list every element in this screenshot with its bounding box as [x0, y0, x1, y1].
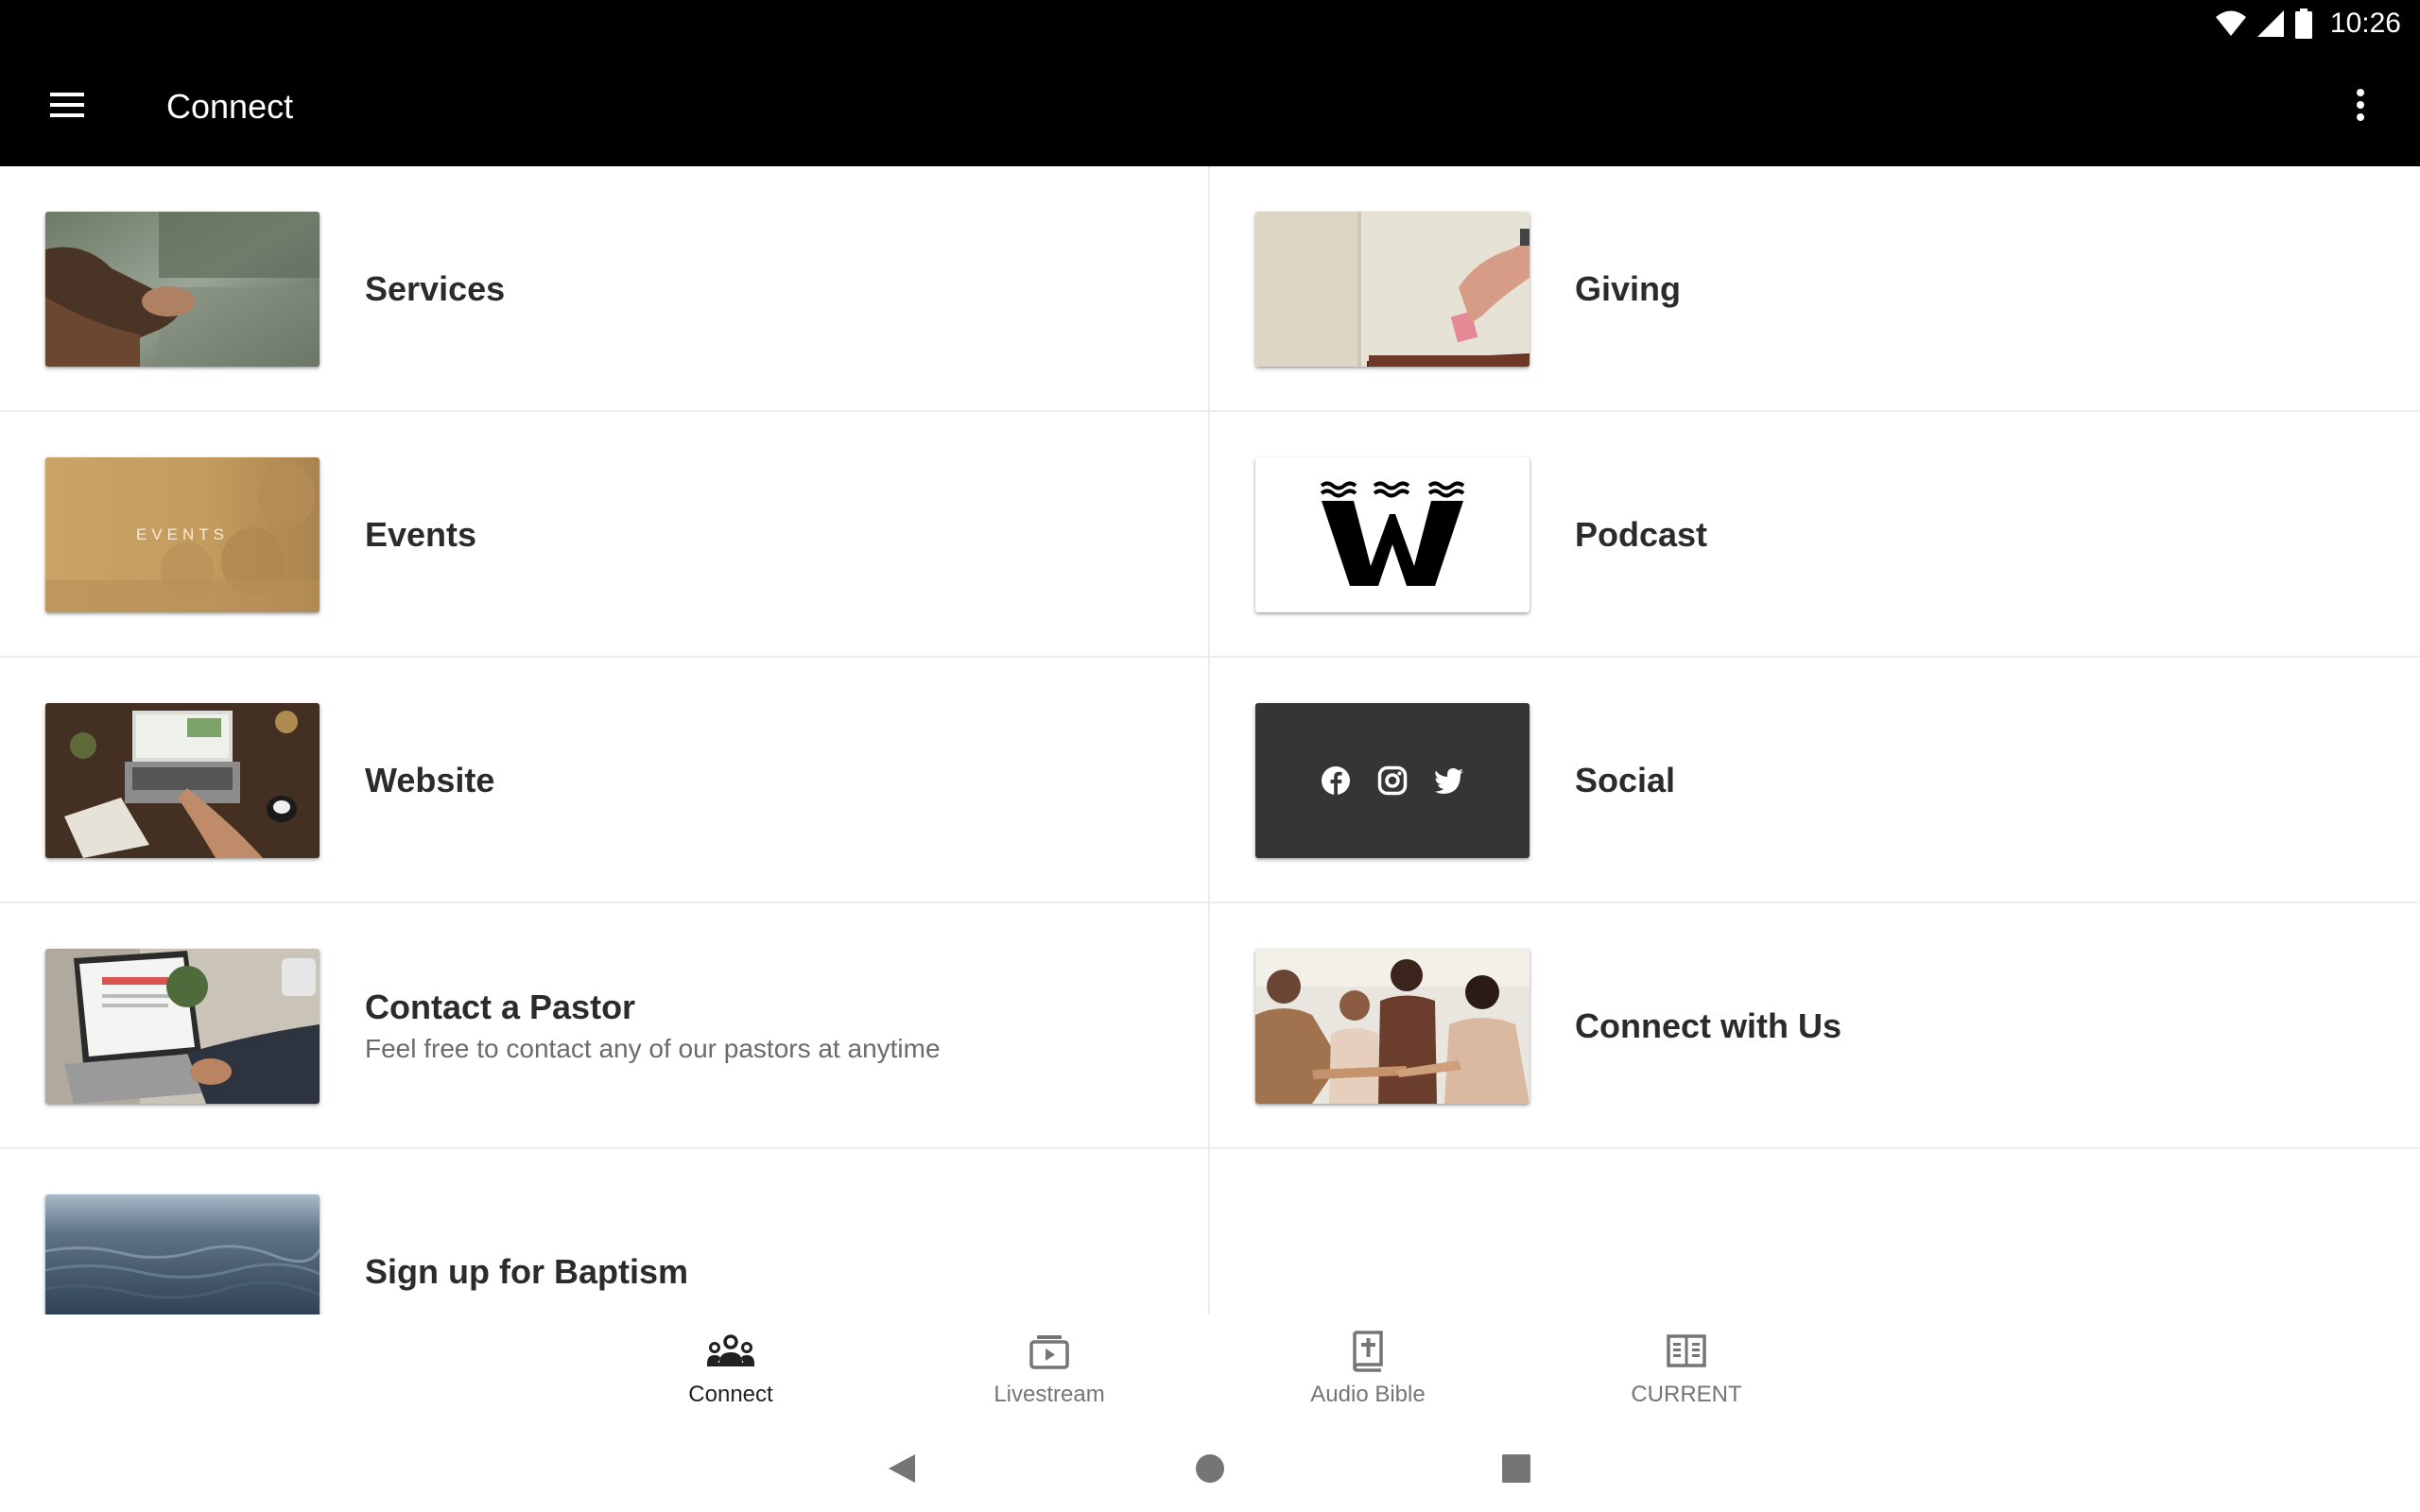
- right-column: Giving Podcast Social Connect with Us: [1210, 166, 2420, 1314]
- events-image: EVENTS: [45, 457, 320, 612]
- list-item-connect-with-us[interactable]: Connect with Us: [1210, 903, 2420, 1149]
- battery-icon: [2294, 9, 2313, 39]
- list-item-text: Social: [1575, 658, 1675, 903]
- app-bar: Connect: [0, 47, 2420, 166]
- events-thumb-label: EVENTS: [135, 525, 230, 543]
- cellular-signal-icon: [2256, 9, 2285, 38]
- list-item-title: Connect with Us: [1575, 1006, 1842, 1045]
- open-book-icon: [1667, 1330, 1706, 1373]
- list-item-title: Sign up for Baptism: [365, 1252, 688, 1291]
- tab-connect[interactable]: Connect: [636, 1330, 825, 1415]
- left-column: Services EVENTS Events Website Contact a…: [0, 166, 1210, 1314]
- home-button[interactable]: [1182, 1442, 1238, 1499]
- system-navigation-bar: [0, 1427, 2420, 1512]
- tab-label: Livestream: [994, 1382, 1105, 1407]
- status-bar: 10:26: [0, 0, 2420, 47]
- connect-list: Services EVENTS Events Website Contact a…: [0, 166, 2420, 1314]
- tab-label: Audio Bible: [1310, 1382, 1426, 1407]
- list-item-website[interactable]: Website: [0, 658, 1208, 903]
- back-icon: [887, 1452, 917, 1489]
- list-item-title: Events: [365, 515, 477, 554]
- giving-image: [1255, 212, 1530, 367]
- recents-button[interactable]: [1488, 1442, 1545, 1499]
- overflow-menu-button[interactable]: [2329, 76, 2392, 138]
- list-item-title: Social: [1575, 761, 1676, 799]
- list-item-social[interactable]: Social: [1210, 658, 2420, 903]
- list-item-text: Sign up for Baptism: [365, 1149, 688, 1314]
- back-button[interactable]: [873, 1442, 930, 1499]
- instagram-icon: [1377, 765, 1408, 796]
- list-item-contact-a-pastor[interactable]: Contact a Pastor Feel free to contact an…: [0, 903, 1208, 1149]
- more-vertical-icon: [2356, 88, 2365, 127]
- connect-with-us-image: [1255, 949, 1530, 1104]
- tab-label: Connect: [688, 1382, 773, 1407]
- wifi-icon: [2215, 10, 2247, 37]
- list-item-title: Website: [365, 761, 495, 799]
- baptism-image: [45, 1194, 320, 1314]
- list-item-title: Giving: [1575, 269, 1682, 308]
- contact-pastor-image: [45, 949, 320, 1104]
- page-title: Connect: [166, 87, 294, 126]
- twitter-icon: [1434, 767, 1464, 794]
- podcast-logo: [1255, 457, 1530, 612]
- website-image: [45, 703, 320, 858]
- home-icon: [1195, 1453, 1225, 1488]
- tab-livestream[interactable]: Livestream: [955, 1330, 1144, 1415]
- social-tile: [1255, 703, 1530, 858]
- list-item-text: Events: [365, 412, 476, 658]
- services-image: [45, 212, 320, 367]
- facebook-icon: [1321, 765, 1351, 796]
- status-icons: 10:26: [2215, 0, 2401, 47]
- tab-audio-bible[interactable]: Audio Bible: [1273, 1330, 1462, 1415]
- list-item-subtitle: Feel free to contact any of our pastors …: [365, 1034, 941, 1063]
- list-item-text: Podcast: [1575, 412, 1707, 658]
- list-item-giving[interactable]: Giving: [1210, 166, 2420, 412]
- list-item-podcast[interactable]: Podcast: [1210, 412, 2420, 658]
- recents-icon: [1502, 1453, 1530, 1487]
- status-time: 10:26: [2329, 8, 2401, 39]
- list-item-title: Podcast: [1575, 515, 1708, 554]
- menu-button[interactable]: [36, 76, 98, 138]
- hamburger-menu-icon: [48, 91, 86, 124]
- bottom-navigation: Connect Livestream Audio Bible CURRENT: [0, 1314, 2420, 1427]
- list-item-title: Contact a Pastor: [365, 988, 636, 1026]
- list-item-services[interactable]: Services: [0, 166, 1208, 412]
- people-group-icon: [706, 1330, 755, 1373]
- list-item-text: Services: [365, 166, 505, 412]
- list-item-title: Services: [365, 269, 506, 308]
- list-item-text: Connect with Us: [1575, 903, 1841, 1149]
- tab-current[interactable]: CURRENT: [1592, 1330, 1781, 1415]
- list-item-text: Contact a Pastor Feel free to contact an…: [365, 903, 941, 1149]
- live-video-icon: [1029, 1330, 1069, 1373]
- list-item-events[interactable]: EVENTS Events: [0, 412, 1208, 658]
- bible-book-icon: [1351, 1330, 1385, 1373]
- list-item-sign-up-for-baptism[interactable]: Sign up for Baptism: [0, 1149, 1208, 1314]
- list-item-text: Giving: [1575, 166, 1681, 412]
- tab-label: CURRENT: [1631, 1382, 1742, 1407]
- list-item-text: Website: [365, 658, 494, 903]
